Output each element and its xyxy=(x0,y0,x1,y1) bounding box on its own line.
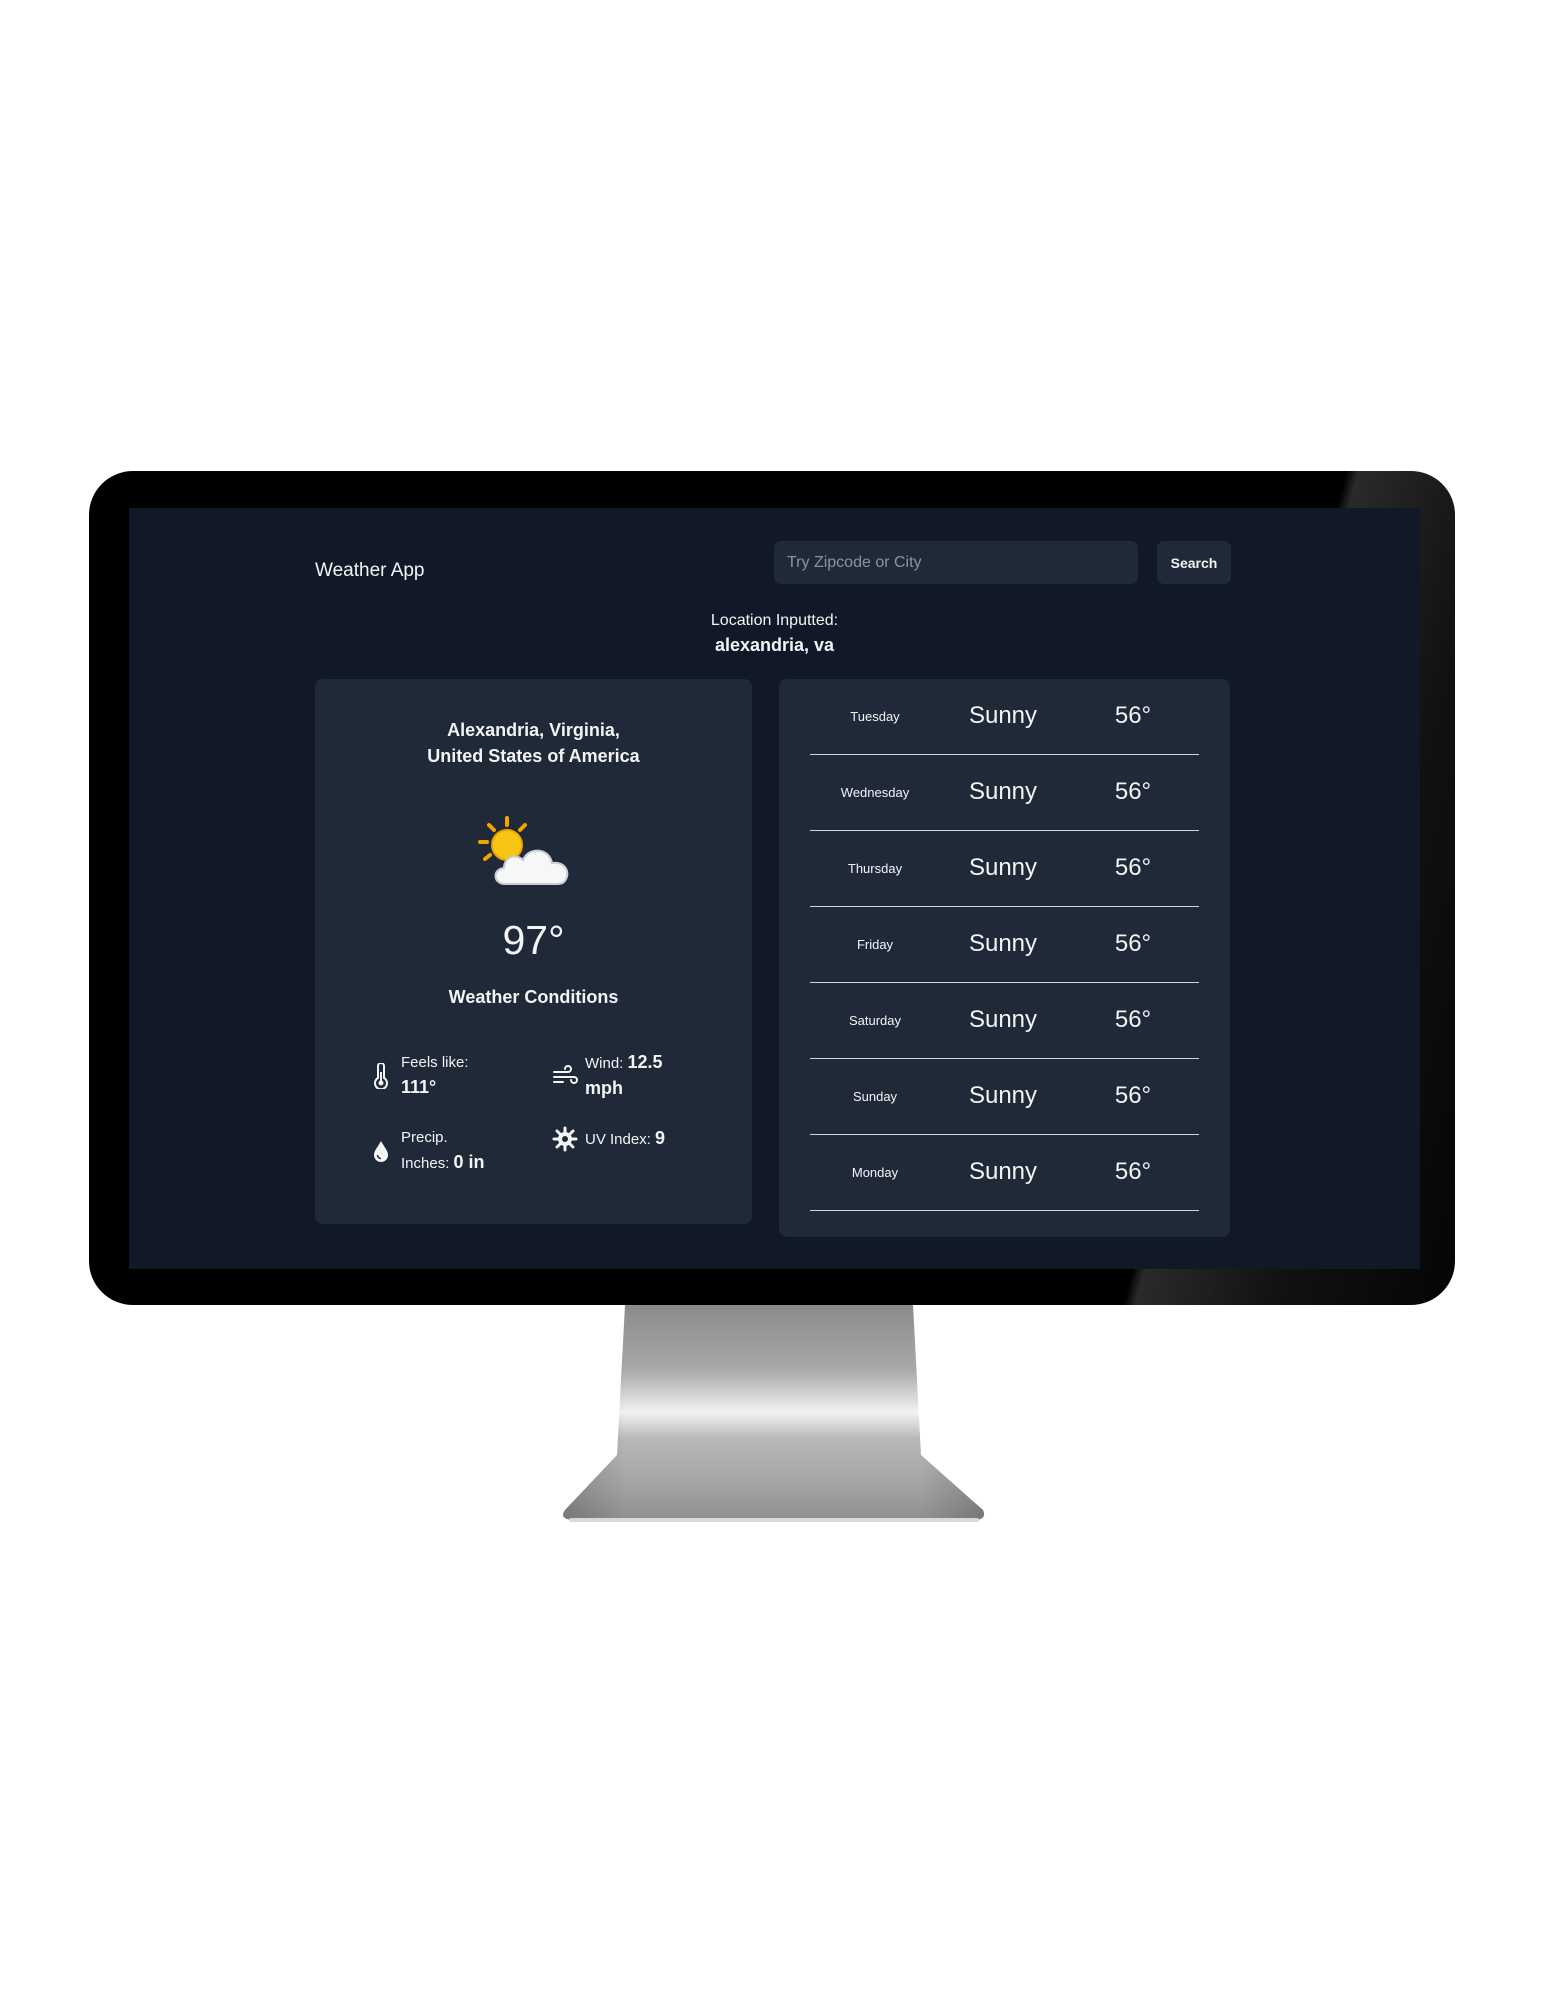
forecast-card: Tuesday Sunny 56° Wednesday Sunny 56° Th… xyxy=(779,679,1230,1237)
feels-like-stat: Feels like: 111° xyxy=(367,1050,537,1101)
forecast-day: Sunday xyxy=(852,1089,898,1104)
feels-like-text: Feels like: 111° xyxy=(401,1050,469,1101)
wind-icon xyxy=(551,1062,579,1090)
current-weather-card: Alexandria, Virginia, United States of A… xyxy=(315,679,752,1224)
wind-stat: Wind: 12.5 mph xyxy=(551,1050,721,1102)
forecast-row: Sunday Sunny 56° xyxy=(810,1059,1199,1135)
wind-unit: mph xyxy=(585,1078,623,1098)
forecast-condition: Sunny xyxy=(968,778,1038,805)
forecast-day: Monday xyxy=(851,1165,899,1180)
forecast-row: Saturday Sunny 56° xyxy=(810,983,1199,1059)
partly-cloudy-icon xyxy=(478,816,569,885)
precip-label-line1: Precip. xyxy=(401,1129,448,1146)
wind-text: Wind: 12.5 mph xyxy=(585,1050,663,1102)
feels-like-value: 111° xyxy=(401,1077,437,1097)
forecast-row: Wednesday Sunny 56° xyxy=(810,755,1199,831)
forecast-condition: Sunny xyxy=(968,1158,1038,1185)
city-name-line2: United States of America xyxy=(427,746,640,766)
forecast-row: Tuesday Sunny 56° xyxy=(810,679,1199,755)
weather-conditions-heading: Weather Conditions xyxy=(448,987,619,1007)
forecast-temperature: 56° xyxy=(1114,854,1152,881)
search-input[interactable] xyxy=(774,541,1138,584)
forecast-row: Monday Sunny 56° xyxy=(810,1135,1199,1211)
precip-label-line2: Inches: xyxy=(401,1155,450,1172)
water-drop-icon xyxy=(367,1137,395,1165)
monitor-frame: Weather App Search Location Inputted: al… xyxy=(89,471,1455,1305)
city-name: Alexandria, Virginia, United States of A… xyxy=(315,717,752,769)
forecast-day: Thursday xyxy=(847,861,903,876)
forecast-day: Saturday xyxy=(848,1013,902,1028)
forecast-condition: Sunny xyxy=(968,854,1038,881)
forecast-condition: Sunny xyxy=(968,1006,1038,1033)
uv-index-label: UV Index: xyxy=(585,1131,651,1148)
forecast-temperature: 56° xyxy=(1114,778,1152,805)
uv-index-stat: UV Index: 9 xyxy=(551,1125,741,1153)
search-button[interactable]: Search xyxy=(1157,541,1231,584)
forecast-row: Thursday Sunny 56° xyxy=(810,831,1199,907)
current-temperature: 97° xyxy=(502,917,565,963)
forecast-condition: Sunny xyxy=(968,1082,1038,1109)
forecast-temperature: 56° xyxy=(1114,702,1152,729)
sun-gear-icon xyxy=(551,1125,579,1153)
uv-index-text: UV Index: 9 xyxy=(585,1126,665,1152)
wind-value: 12.5 xyxy=(627,1052,663,1072)
location-inputted: Location Inputted: alexandria, va xyxy=(129,610,1420,658)
forecast-day: Tuesday xyxy=(850,709,900,724)
forecast-temperature: 56° xyxy=(1114,1158,1152,1185)
forecast-temperature: 56° xyxy=(1114,930,1152,957)
app-title: Weather App xyxy=(315,560,425,581)
city-name-line1: Alexandria, Virginia, xyxy=(447,720,620,740)
feels-like-label: Feels like: xyxy=(401,1054,469,1071)
precip-value: 0 in xyxy=(453,1152,485,1172)
forecast-day: Friday xyxy=(856,937,894,952)
location-value: alexandria, va xyxy=(714,635,835,655)
forecast-temperature: 56° xyxy=(1114,1082,1152,1109)
forecast-day: Wednesday xyxy=(840,785,910,800)
location-label: Location Inputted: xyxy=(710,612,839,629)
precipitation-stat: Precip. Inches: 0 in xyxy=(367,1125,537,1176)
thermometer-icon xyxy=(367,1062,395,1090)
precipitation-text: Precip. Inches: 0 in xyxy=(401,1125,485,1176)
app-screen: Weather App Search Location Inputted: al… xyxy=(129,508,1420,1269)
forecast-condition: Sunny xyxy=(968,702,1038,729)
forecast-condition: Sunny xyxy=(968,930,1038,957)
monitor-stand xyxy=(563,1305,985,1522)
forecast-temperature: 56° xyxy=(1114,1006,1152,1033)
uv-index-value: 9 xyxy=(655,1128,666,1148)
page: Weather App Search Location Inputted: al… xyxy=(0,0,1545,2000)
wind-label: Wind: xyxy=(585,1055,624,1072)
forecast-row: Friday Sunny 56° xyxy=(810,907,1199,983)
